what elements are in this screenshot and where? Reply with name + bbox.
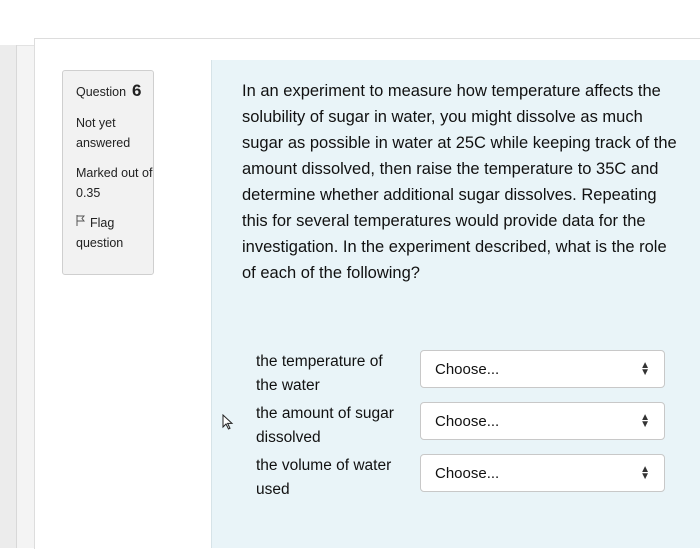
match-label-line-2: the water	[256, 377, 320, 394]
question-text: In an experiment to measure how temperat…	[242, 82, 677, 282]
marked-out-of-label: Marked out of	[76, 166, 153, 180]
match-row: the temperature of the water Choose... ▲…	[256, 350, 676, 398]
status-line-2: answered	[76, 136, 131, 150]
match-label-line-2: used	[256, 481, 290, 498]
browser-frame: Question 6 Not yet answered Marked out o…	[0, 0, 700, 549]
flag-label-2: question	[76, 236, 124, 250]
role-select[interactable]: Choose... ▲ ▼	[420, 402, 665, 440]
question-number-line: Question 6	[76, 81, 153, 101]
match-label: the volume of water used	[256, 454, 416, 502]
up-down-arrows-icon: ▲ ▼	[640, 360, 650, 378]
role-select[interactable]: Choose... ▲ ▼	[420, 350, 665, 388]
status-line-1: Not yet	[76, 116, 116, 130]
match-label-line-1: the volume of water	[256, 457, 392, 474]
match-label-line-1: the temperature of	[256, 353, 383, 370]
select-value: Choose...	[435, 360, 500, 378]
select-value: Choose...	[435, 464, 500, 482]
question-label: Question	[76, 85, 127, 99]
flag-question-link[interactable]: Flag	[76, 213, 153, 233]
flag-icon	[76, 213, 86, 233]
question-number: 6	[132, 81, 142, 100]
match-label: the temperature of the water	[256, 350, 416, 398]
match-label-line-2: dissolved	[256, 429, 321, 446]
left-rail	[0, 45, 17, 548]
marked-out-of-value: 0.35	[76, 186, 101, 200]
flag-label: Flag	[90, 216, 115, 230]
select-value: Choose...	[435, 412, 500, 430]
question-content: In an experiment to measure how temperat…	[211, 60, 700, 548]
match-row: the volume of water used Choose... ▲ ▼	[256, 454, 676, 502]
question-info-panel: Question 6 Not yet answered Marked out o…	[62, 70, 154, 275]
match-label: the amount of sugar dissolved	[256, 402, 416, 450]
match-label-line-1: the amount of sugar	[256, 405, 394, 422]
role-select[interactable]: Choose... ▲ ▼	[420, 454, 665, 492]
up-down-arrows-icon: ▲ ▼	[640, 464, 650, 482]
up-down-arrows-icon: ▲ ▼	[640, 412, 650, 430]
match-row: the amount of sugar dissolved Choose... …	[256, 402, 676, 450]
mouse-pointer-icon	[222, 413, 234, 435]
